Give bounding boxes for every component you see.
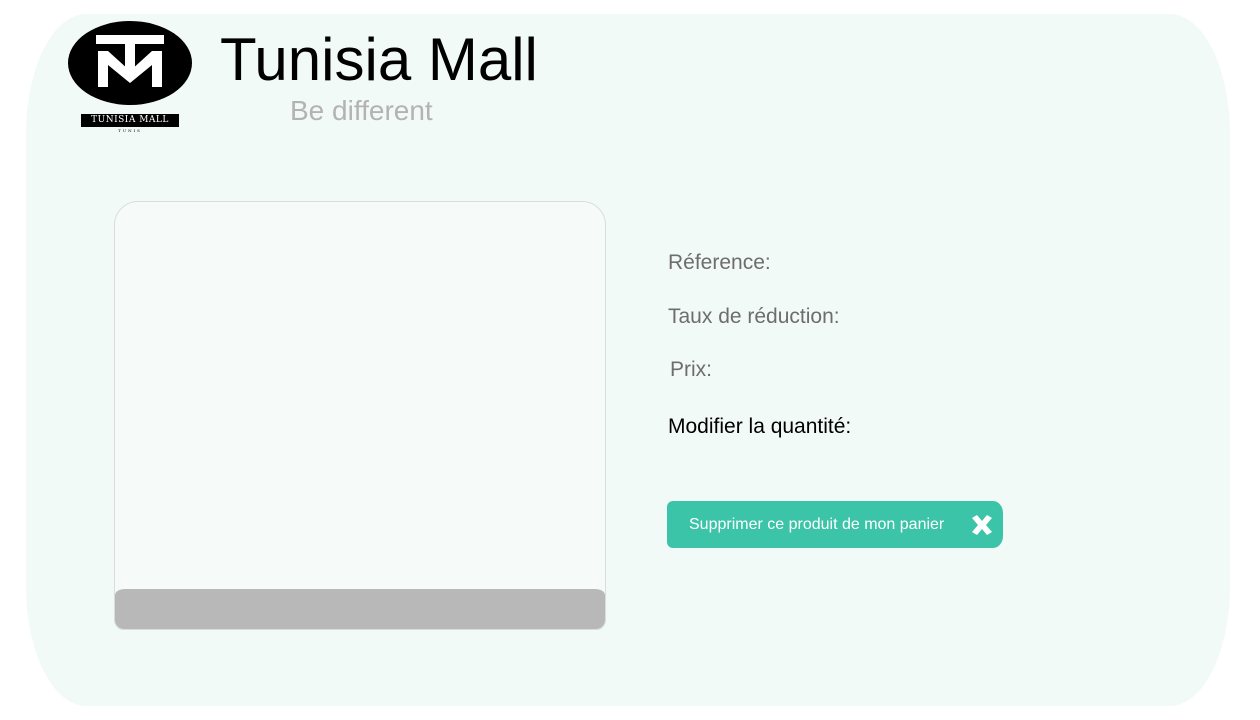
modify-quantity-label: Modifier la quantité: — [668, 415, 852, 438]
product-image-card — [114, 201, 606, 630]
remove-from-cart-button[interactable]: Supprimer ce produit de mon panier — [667, 501, 1003, 548]
site-title: Tunisia Mall — [220, 26, 538, 93]
logo-wordmark: TUNISIA MALL — [81, 114, 179, 127]
close-x-icon — [972, 515, 992, 535]
reference-label: Réference: — [668, 251, 771, 274]
product-image-footer — [115, 589, 605, 629]
site-tagline: Be different — [290, 95, 433, 126]
price-label: Prix: — [670, 358, 712, 381]
discount-rate-label: Taux de réduction: — [668, 305, 840, 328]
tm-monogram-icon — [96, 35, 164, 87]
remove-from-cart-label: Supprimer ce produit de mon panier — [689, 516, 945, 533]
logo-city: TUNIS — [118, 128, 142, 133]
logo-oval — [68, 21, 192, 105]
brand-logo[interactable]: TUNISIA MALL TUNIS — [68, 21, 192, 137]
